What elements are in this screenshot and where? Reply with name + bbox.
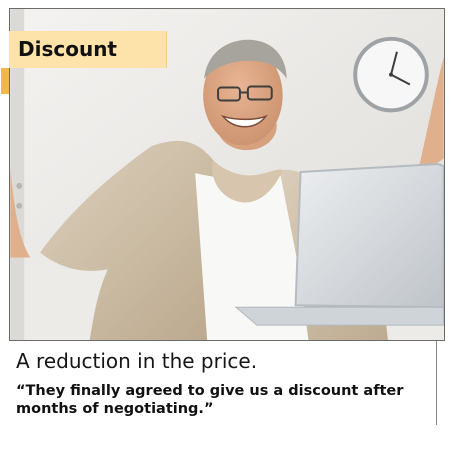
vocabulary-word-badge: Discount bbox=[9, 31, 167, 68]
right-divider bbox=[436, 341, 437, 425]
door-hinge-top bbox=[16, 182, 23, 189]
wall-clock-icon bbox=[353, 36, 429, 113]
door-hinge-bottom bbox=[16, 202, 23, 209]
definition-text: A reduction in the price. bbox=[16, 349, 258, 373]
example-sentence: “They finally agreed to give us a discou… bbox=[16, 383, 404, 417]
vocabulary-card: Discount A reduction in the price. “They… bbox=[1, 0, 445, 452]
badge-tab bbox=[1, 68, 9, 94]
